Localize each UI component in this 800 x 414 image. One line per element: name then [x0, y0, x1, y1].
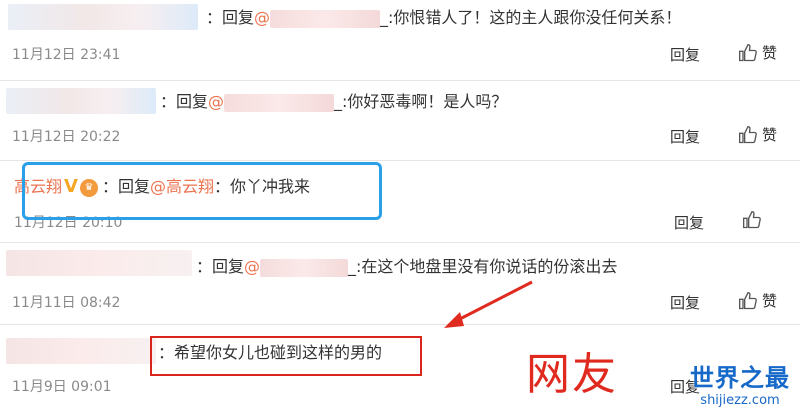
blurred-username — [8, 4, 198, 30]
reply-button[interactable]: 回复 — [670, 126, 700, 147]
divider — [0, 80, 800, 81]
like-label: 赞 — [762, 44, 778, 62]
watermark-url: shijiezz.com — [700, 393, 780, 408]
reply-button[interactable]: 回复 — [674, 212, 704, 233]
thumbs-up-icon — [739, 291, 757, 309]
watermark-logo: 世界之最 shijiezz.com — [690, 358, 790, 408]
comment-row: ：回复@ _:在这个地盘里没有你说话的份滚出去 11月11日 08:42 回复 赞 — [0, 244, 800, 320]
thumbs-up-icon — [739, 43, 757, 61]
annotation-arrow — [444, 280, 533, 328]
comment-text: ：回复@ _:在这个地盘里没有你说话的份滚出去 — [196, 257, 618, 277]
thumbs-up-icon — [739, 125, 757, 143]
like-label: 赞 — [762, 292, 778, 310]
blurred-username — [6, 88, 156, 114]
reply-button[interactable]: 回复 — [670, 44, 700, 65]
blurred-username — [6, 250, 192, 276]
comment-timestamp: 11月12日 23:41 — [12, 47, 121, 63]
like-button[interactable]: 赞 — [738, 124, 777, 145]
comment-text: ：回复@ _:你恨错人了！这的主人跟你没任何关系！ — [206, 8, 682, 28]
reply-button[interactable]: 回复 — [670, 292, 700, 313]
like-button[interactable]: 赞 — [738, 290, 777, 311]
like-label: 赞 — [762, 126, 778, 144]
comment-row: ：回复@ _:你恨错人了！这的主人跟你没任何关系！ 11月12日 23:41 回复… — [0, 0, 800, 78]
divider — [0, 160, 800, 161]
highlight-box — [22, 162, 382, 220]
comment-text: ：回复@ _:你好恶毒啊！是人吗？ — [160, 92, 508, 112]
like-button[interactable] — [742, 210, 762, 230]
comment-timestamp: 11月12日 20:22 — [12, 129, 121, 145]
like-button[interactable]: 赞 — [738, 42, 777, 63]
comment-timestamp: 11月11日 08:42 — [12, 295, 121, 311]
comment-timestamp: 11月9日 09:01 — [12, 379, 112, 395]
divider — [0, 324, 800, 325]
annotation-label: 网友 — [526, 349, 618, 400]
thumbs-up-icon — [743, 210, 761, 229]
divider — [0, 242, 800, 243]
blurred-username — [6, 338, 156, 364]
watermark-title: 世界之最 — [690, 364, 790, 392]
comment-row: ：回复@ _:你好恶毒啊！是人吗？ 11月12日 20:22 回复 赞 — [0, 82, 800, 158]
highlight-box — [150, 336, 422, 376]
